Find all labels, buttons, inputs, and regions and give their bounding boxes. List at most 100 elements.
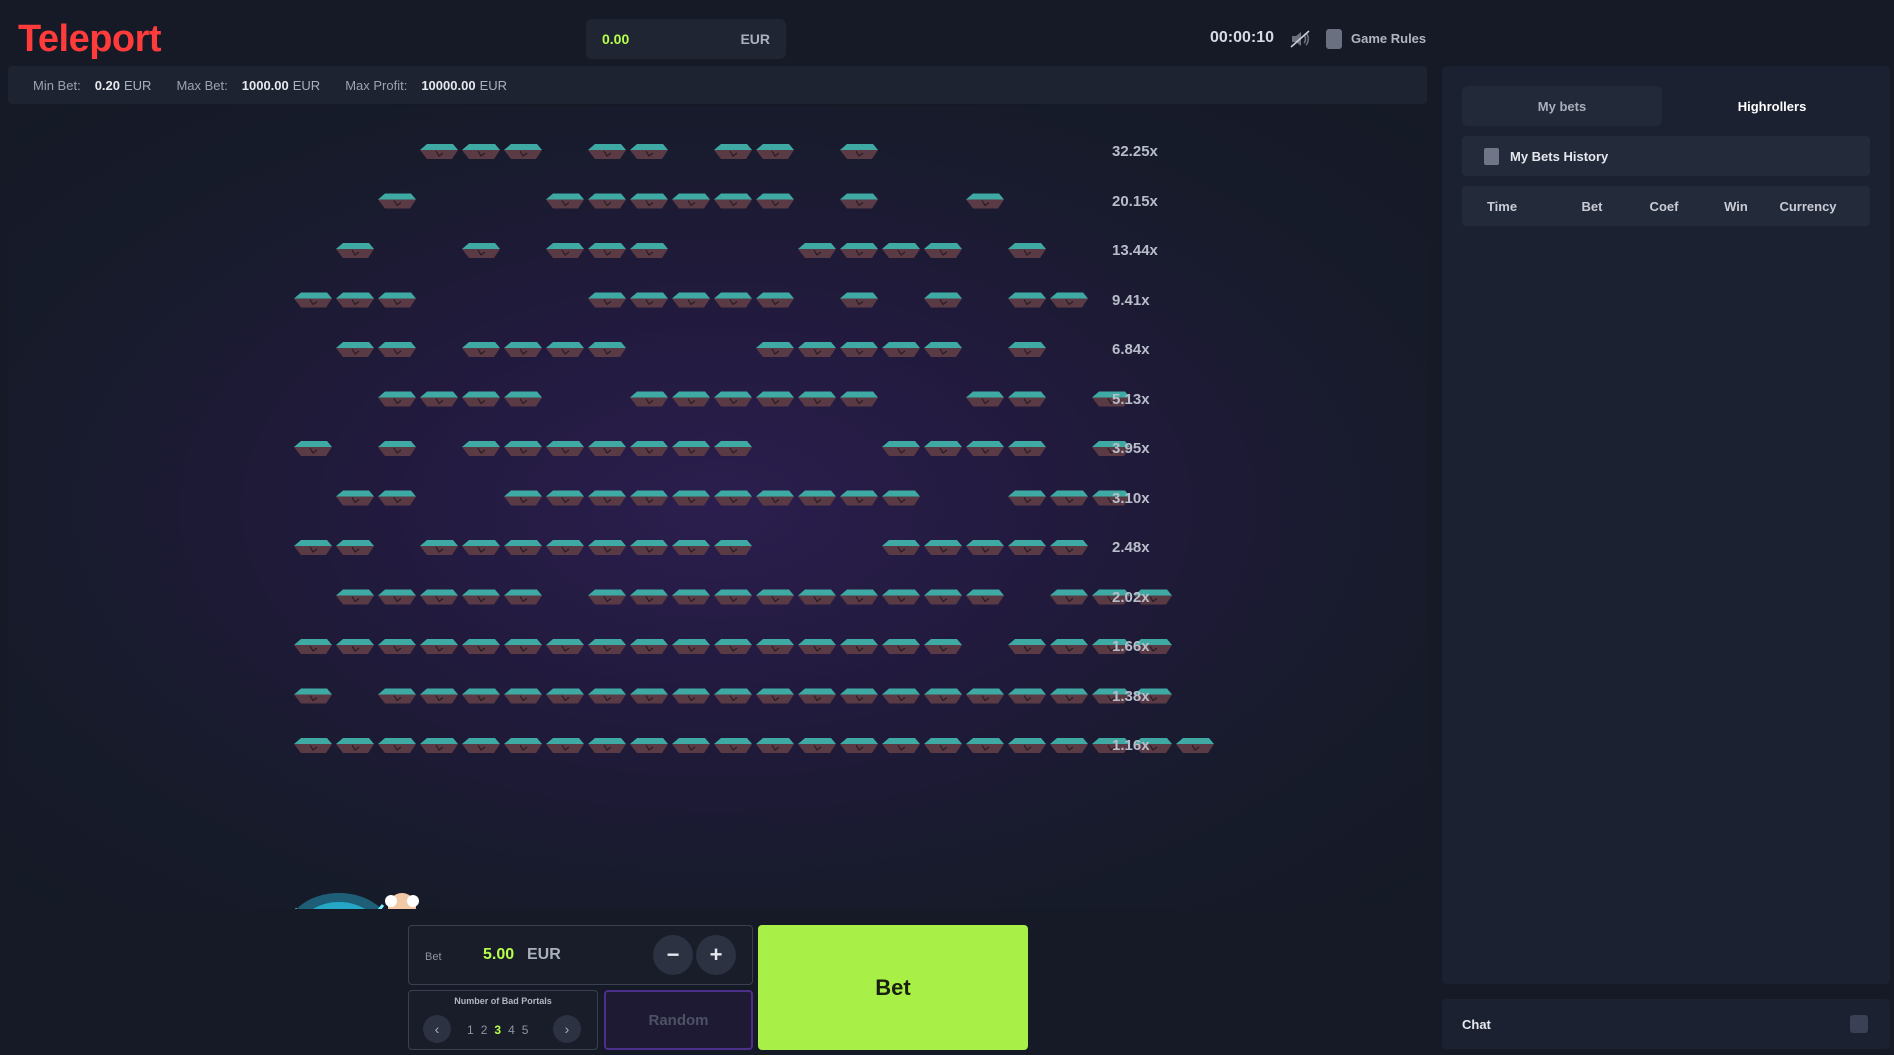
portal-tile[interactable] — [504, 391, 542, 407]
portal-tile[interactable] — [1008, 342, 1046, 357]
portal-tile[interactable] — [420, 738, 458, 753]
portal-tile[interactable] — [588, 688, 626, 704]
portal-tile[interactable] — [294, 292, 332, 308]
portal-tile[interactable] — [966, 738, 1004, 753]
portal-tile[interactable] — [546, 688, 584, 704]
portal-tile[interactable] — [378, 490, 416, 506]
portal-tile[interactable] — [420, 639, 458, 654]
portal-tile[interactable] — [966, 540, 1004, 555]
portal-tile[interactable] — [336, 639, 374, 654]
portal-tile[interactable] — [378, 738, 416, 753]
portal-tile[interactable] — [840, 144, 878, 159]
portal-tile[interactable] — [1176, 738, 1214, 753]
portal-tile[interactable] — [1008, 292, 1046, 308]
portal-tile[interactable] — [588, 193, 626, 209]
portal-tile[interactable] — [1050, 292, 1088, 308]
sound-off-icon[interactable] — [1289, 28, 1311, 50]
decrease-bet-button[interactable]: − — [653, 935, 693, 975]
portal-tile[interactable] — [378, 639, 416, 654]
portal-tile[interactable] — [714, 688, 752, 704]
portal-tile[interactable] — [840, 688, 878, 704]
portal-tile[interactable] — [840, 738, 878, 753]
portal-tile[interactable] — [504, 688, 542, 704]
portal-tile[interactable] — [420, 144, 458, 159]
portal-tile[interactable] — [630, 292, 668, 308]
portal-tile[interactable] — [588, 738, 626, 753]
portal-tile[interactable] — [336, 342, 374, 357]
portal-tile[interactable] — [504, 144, 542, 159]
portal-tile[interactable] — [630, 441, 668, 456]
bet-amount-input[interactable]: 5.00 — [483, 946, 514, 964]
portal-tile[interactable] — [840, 589, 878, 605]
portal-tile[interactable] — [714, 738, 752, 753]
bet-button[interactable]: Bet — [758, 925, 1028, 1050]
portal-tile[interactable] — [630, 540, 668, 555]
portal-tile[interactable] — [672, 589, 710, 605]
portal-tile[interactable] — [546, 738, 584, 753]
portal-tile[interactable] — [504, 738, 542, 753]
portal-tile[interactable] — [1050, 639, 1088, 654]
portal-tile[interactable] — [924, 441, 962, 456]
portal-tile[interactable] — [882, 342, 920, 357]
portal-tile[interactable] — [966, 193, 1004, 209]
portal-tile[interactable] — [588, 540, 626, 555]
portal-tile[interactable] — [756, 144, 794, 159]
increase-bet-button[interactable]: + — [696, 935, 736, 975]
portal-tile[interactable] — [1050, 490, 1088, 506]
portal-tile[interactable] — [672, 688, 710, 704]
portal-tile[interactable] — [588, 292, 626, 308]
portal-tile[interactable] — [1008, 540, 1046, 555]
portal-tile[interactable] — [924, 738, 962, 753]
portal-tile[interactable] — [462, 342, 500, 357]
portal-tile[interactable] — [630, 391, 668, 407]
tab-my-bets[interactable]: My bets — [1462, 86, 1662, 126]
portal-tile[interactable] — [336, 243, 374, 258]
portal-tile[interactable] — [840, 193, 878, 209]
bets-history-header[interactable]: My Bets History — [1462, 136, 1870, 176]
portal-tile[interactable] — [546, 342, 584, 357]
portal-tile[interactable] — [630, 639, 668, 654]
portal-tile[interactable] — [798, 688, 836, 704]
portal-tile[interactable] — [504, 441, 542, 456]
portal-tile[interactable] — [378, 193, 416, 209]
expand-icon[interactable] — [1850, 1015, 1868, 1033]
portal-tile[interactable] — [546, 441, 584, 456]
portal-tile[interactable] — [378, 391, 416, 407]
portal-tile[interactable] — [714, 540, 752, 555]
portal-tile[interactable] — [966, 688, 1004, 704]
portal-tile[interactable] — [462, 243, 500, 258]
portal-tile[interactable] — [1050, 540, 1088, 555]
portal-tile[interactable] — [546, 490, 584, 506]
portal-tile[interactable] — [798, 391, 836, 407]
portal-tile[interactable] — [378, 589, 416, 605]
portal-tile[interactable] — [714, 193, 752, 209]
portal-tile[interactable] — [882, 243, 920, 258]
portal-tile[interactable] — [462, 589, 500, 605]
portal-tile[interactable] — [336, 292, 374, 308]
portal-tile[interactable] — [924, 540, 962, 555]
portal-tile[interactable] — [630, 490, 668, 506]
portal-tile[interactable] — [1008, 738, 1046, 753]
tab-highrollers[interactable]: Highrollers — [1674, 86, 1870, 126]
portal-tile[interactable] — [840, 391, 878, 407]
portal-tile[interactable] — [1008, 688, 1046, 704]
portal-count-option[interactable]: 4 — [508, 1023, 515, 1037]
portal-tile[interactable] — [672, 738, 710, 753]
portal-tile[interactable] — [840, 342, 878, 357]
portal-tile[interactable] — [882, 639, 920, 654]
portal-tile[interactable] — [504, 540, 542, 555]
portal-tile[interactable] — [420, 391, 458, 407]
portal-tile[interactable] — [630, 589, 668, 605]
portal-tile[interactable] — [714, 589, 752, 605]
portal-tile[interactable] — [630, 243, 668, 258]
portal-tile[interactable] — [672, 292, 710, 308]
portal-tile[interactable] — [924, 589, 962, 605]
portal-tile[interactable] — [840, 639, 878, 654]
portal-tile[interactable] — [714, 144, 752, 159]
portal-tile[interactable] — [588, 589, 626, 605]
portal-tile[interactable] — [798, 639, 836, 654]
portal-tile[interactable] — [924, 688, 962, 704]
portal-tile[interactable] — [756, 292, 794, 308]
portal-tile[interactable] — [798, 589, 836, 605]
portal-count-option[interactable]: 2 — [481, 1023, 488, 1037]
